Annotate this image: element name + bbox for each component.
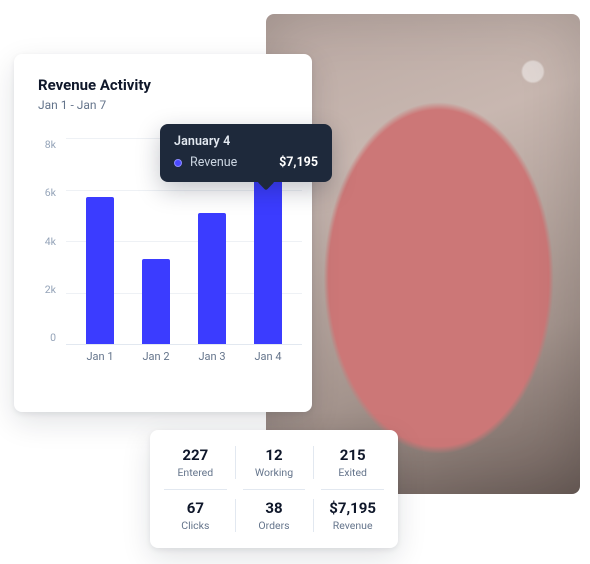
stat-exited: 215 Exited: [313, 436, 392, 489]
stat-working: 12 Working: [235, 436, 314, 489]
stats-card: 227 Entered 12 Working 215 Exited 67 Cli…: [150, 430, 398, 548]
stat-value: 227: [160, 446, 231, 464]
stat-label: Orders: [239, 519, 310, 532]
x-tick: Jan 4: [248, 350, 288, 374]
tooltip-series-label: Revenue: [190, 155, 279, 170]
tooltip-row: Revenue $7,195: [174, 155, 318, 170]
bar-jan1[interactable]: [86, 197, 114, 344]
x-axis: Jan 1 Jan 2 Jan 3 Jan 4: [66, 350, 302, 374]
y-axis: 8k 6k 4k 2k 0: [38, 138, 62, 344]
chart-title: Revenue Activity: [14, 76, 312, 94]
hero-photo: [266, 14, 580, 494]
chart-tooltip: January 4 Revenue $7,195: [160, 124, 332, 182]
stat-value: 67: [160, 499, 231, 517]
y-tick: 2k: [38, 283, 56, 296]
stat-value: 12: [239, 446, 310, 464]
x-tick: Jan 2: [136, 350, 176, 374]
stat-orders: 38 Orders: [235, 489, 314, 542]
stat-label: Clicks: [160, 519, 231, 532]
composition-stage: Revenue Activity Jan 1 - Jan 7 8k 6k 4k …: [0, 0, 590, 564]
stats-grid: 227 Entered 12 Working 215 Exited 67 Cli…: [156, 436, 392, 542]
stat-value: 38: [239, 499, 310, 517]
x-tick: Jan 3: [192, 350, 232, 374]
stat-label: Revenue: [317, 519, 388, 532]
stat-label: Entered: [160, 466, 231, 479]
stat-clicks: 67 Clicks: [156, 489, 235, 542]
tooltip-date: January 4: [174, 134, 318, 149]
bar-jan3[interactable]: [198, 213, 226, 344]
y-tick: 6k: [38, 186, 56, 199]
stat-value: $7,195: [317, 499, 388, 517]
tooltip-value: $7,195: [279, 155, 318, 170]
stat-revenue: $7,195 Revenue: [313, 489, 392, 542]
y-tick: 8k: [38, 138, 56, 151]
y-tick: 0: [38, 331, 56, 344]
stat-label: Exited: [317, 466, 388, 479]
revenue-chart-card: Revenue Activity Jan 1 - Jan 7 8k 6k 4k …: [14, 54, 312, 412]
stat-value: 215: [317, 446, 388, 464]
x-tick: Jan 1: [80, 350, 120, 374]
stat-label: Working: [239, 466, 310, 479]
y-tick: 4k: [38, 235, 56, 248]
series-dot-icon: [174, 159, 182, 167]
stat-entered: 227 Entered: [156, 436, 235, 489]
chart-date-range: Jan 1 - Jan 7: [14, 94, 312, 112]
bar-jan2[interactable]: [142, 259, 170, 344]
